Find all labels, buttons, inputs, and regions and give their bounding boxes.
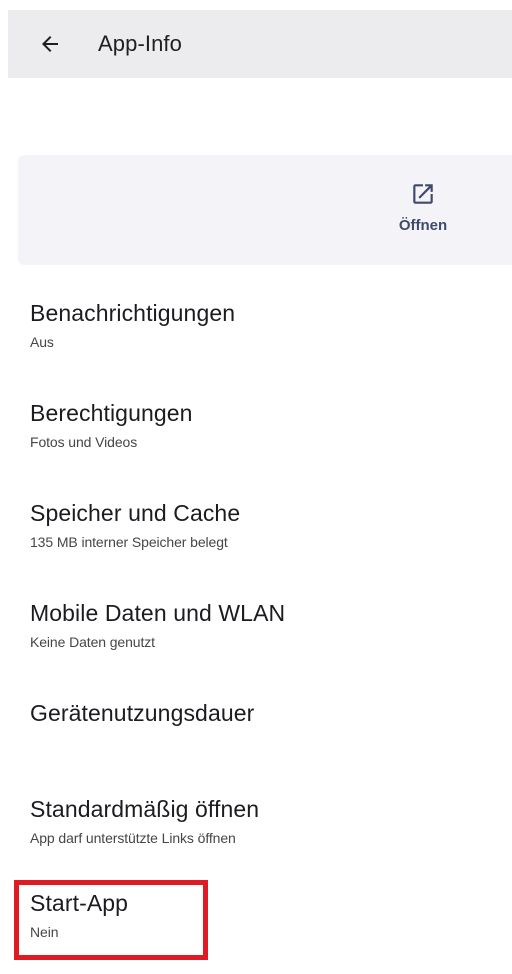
back-button[interactable] [28, 22, 72, 66]
settings-item-start-app[interactable]: Start-App Nein [0, 884, 512, 974]
settings-item-title: Start-App [30, 890, 129, 916]
arrow-left-icon [42, 36, 58, 52]
open-external-icon [413, 184, 433, 204]
settings-item-open-by-default[interactable]: Standardmäßig öffnen App darf unterstütz… [0, 790, 512, 880]
open-app-button[interactable]: Öffnen [378, 173, 468, 249]
settings-item-subtitle: Nein [30, 924, 59, 940]
settings-item-notifications[interactable]: Benachrichtigungen Aus [0, 296, 512, 386]
settings-item-title: Standardmäßig öffnen [30, 796, 260, 822]
settings-item-subtitle: Keine Daten genutzt [30, 634, 155, 650]
settings-item-screen-time[interactable]: Gerätenutzungsdauer [0, 694, 512, 784]
settings-item-title: Mobile Daten und WLAN [30, 600, 286, 626]
settings-item-subtitle: Aus [30, 334, 54, 350]
open-app-label: Öffnen [398, 217, 448, 234]
actions-card: Öffnen [18, 155, 512, 265]
settings-item-title: Gerätenutzungsdauer [30, 700, 255, 726]
page-title: App-Info [98, 31, 182, 56]
settings-item-title: Benachrichtigungen [30, 300, 236, 326]
settings-item-mobile-data[interactable]: Mobile Daten und WLAN Keine Daten genutz… [0, 594, 512, 684]
settings-item-subtitle: Fotos und Videos [30, 434, 138, 450]
app-bar: App-Info [8, 10, 512, 78]
settings-item-subtitle: App darf unterstützte Links öffnen [30, 830, 236, 846]
settings-item-subtitle: 135 MB interner Speicher belegt [30, 534, 228, 550]
settings-item-title: Speicher und Cache [30, 500, 241, 526]
settings-item-storage[interactable]: Speicher und Cache 135 MB interner Speic… [0, 494, 512, 584]
settings-item-title: Berechtigungen [30, 400, 193, 426]
top-margin [0, 0, 512, 10]
settings-item-permissions[interactable]: Berechtigungen Fotos und Videos [0, 394, 512, 484]
